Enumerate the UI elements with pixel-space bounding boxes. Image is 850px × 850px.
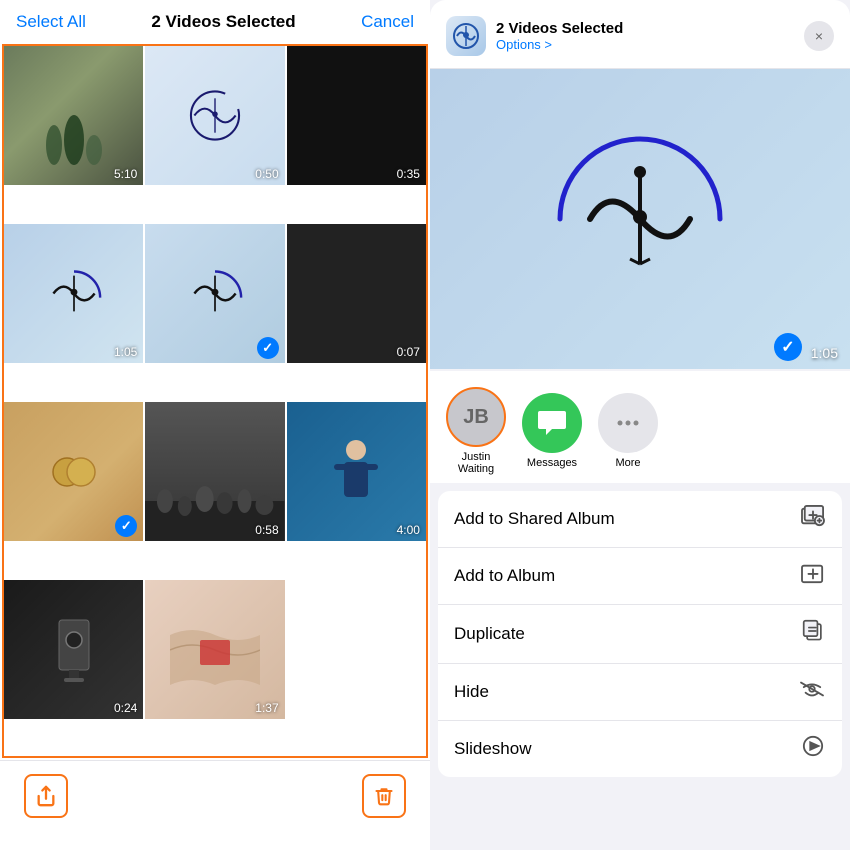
top-bar: Select All 2 Videos Selected Cancel <box>0 0 430 44</box>
action-duplicate[interactable]: Duplicate <box>438 605 842 664</box>
shared-album-icon <box>800 505 826 533</box>
slideshow-icon <box>800 735 826 763</box>
share-sheet: 2 Videos Selected Options > × <box>430 0 850 850</box>
video-cell-1[interactable]: 5:10 <box>4 46 143 185</box>
video-duration-3: 0:35 <box>397 167 420 181</box>
video-cell-5[interactable] <box>145 224 284 363</box>
messages-app-icon <box>522 393 582 453</box>
video-duration-9: 4:00 <box>397 523 420 537</box>
preview-check-badge: ✓ <box>774 333 802 361</box>
video-cell-11[interactable]: 1:37 <box>145 580 284 719</box>
selected-check-5 <box>257 337 279 359</box>
video-cell-9[interactable]: 4:00 <box>287 402 426 541</box>
sheet-close-button[interactable]: × <box>804 21 834 51</box>
sheet-preview: ✓ 1:05 <box>430 69 850 369</box>
action-slideshow[interactable]: Slideshow <box>438 721 842 777</box>
video-duration-11: 1:37 <box>255 701 278 715</box>
add-shared-album-label: Add to Shared Album <box>454 509 615 529</box>
video-cell-8[interactable]: 0:58 <box>145 402 284 541</box>
video-cell-7[interactable] <box>4 402 143 541</box>
sheet-title-group: 2 Videos Selected Options > <box>496 20 804 52</box>
contact-name-justin: JustinWaiting <box>458 451 494 475</box>
duplicate-label: Duplicate <box>454 624 525 644</box>
add-album-label: Add to Album <box>454 566 555 586</box>
app-messages[interactable]: Messages <box>522 393 582 469</box>
video-cell-6[interactable]: 0:07 <box>287 224 426 363</box>
app-more[interactable]: More <box>598 393 658 469</box>
app-icon <box>446 16 486 56</box>
duplicate-icon <box>802 619 826 649</box>
more-app-icon <box>598 393 658 453</box>
video-duration-10: 0:24 <box>114 701 137 715</box>
sheet-options[interactable]: Options > <box>496 37 804 52</box>
video-cell-10[interactable]: 0:24 <box>4 580 143 719</box>
photo-grid: 5:10 0:50 0:35 1:05 <box>2 44 428 758</box>
bottom-bar <box>0 760 430 850</box>
messages-label: Messages <box>527 457 577 469</box>
share-contacts-row: JB JustinWaiting Messages <box>430 371 850 483</box>
more-label: More <box>615 457 640 469</box>
contact-avatar-justin: JB <box>446 387 506 447</box>
action-add-album[interactable]: Add to Album <box>438 548 842 605</box>
action-hide[interactable]: Hide <box>438 664 842 721</box>
hide-label: Hide <box>454 682 489 702</box>
select-all-button[interactable]: Select All <box>16 12 86 32</box>
slideshow-label: Slideshow <box>454 739 532 759</box>
share-button[interactable] <box>24 774 68 818</box>
video-duration-1: 5:10 <box>114 167 137 181</box>
action-add-shared-album[interactable]: Add to Shared Album <box>438 491 842 548</box>
selected-count-title: 2 Videos Selected <box>151 12 295 32</box>
add-album-icon <box>800 562 826 590</box>
sheet-title: 2 Videos Selected <box>496 20 804 37</box>
sheet-header: 2 Videos Selected Options > × <box>430 0 850 69</box>
action-list: Add to Shared Album Add to Album <box>438 491 842 777</box>
video-duration-6: 0:07 <box>397 345 420 359</box>
hide-icon <box>798 678 826 706</box>
video-duration-8: 0:58 <box>255 523 278 537</box>
contact-justin[interactable]: JB JustinWaiting <box>446 387 506 475</box>
video-cell-2[interactable]: 0:50 <box>145 46 284 185</box>
video-duration-4: 1:05 <box>114 345 137 359</box>
video-cell-4[interactable]: 1:05 <box>4 224 143 363</box>
left-panel: Select All 2 Videos Selected Cancel 5:10 <box>0 0 430 850</box>
cancel-button[interactable]: Cancel <box>361 12 414 32</box>
video-duration-2: 0:50 <box>255 167 278 181</box>
preview-duration: 1:05 <box>811 345 838 361</box>
video-cell-3[interactable]: 0:35 <box>287 46 426 185</box>
delete-button[interactable] <box>362 774 406 818</box>
right-panel: 2 Videos Selected Options > × <box>430 0 850 850</box>
